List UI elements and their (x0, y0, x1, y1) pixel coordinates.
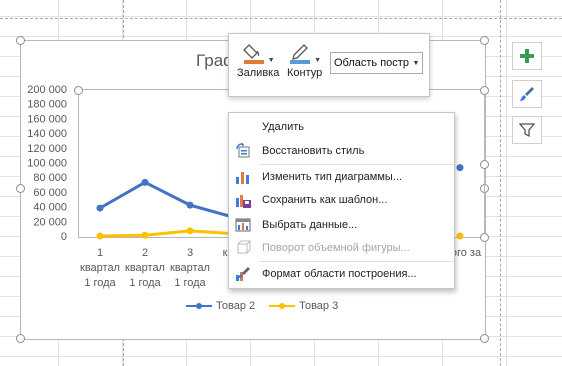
data-point[interactable] (186, 201, 194, 209)
menu-item-label: Выбрать данные... (262, 219, 358, 231)
context-menu: Удалить Восстановить стиль Изменить тип … (228, 112, 455, 289)
outline-label: Контур (287, 67, 323, 79)
y-tick-label: 0 (61, 231, 67, 243)
data-point[interactable] (141, 231, 149, 239)
data-point[interactable] (186, 227, 194, 235)
brush-icon (520, 87, 534, 101)
chart-type-icon (236, 172, 249, 184)
legend-label: Товар 3 (299, 300, 339, 312)
plot-resize-handle[interactable] (480, 86, 489, 95)
data-point[interactable] (96, 204, 104, 212)
y-tick-label: 140 000 (27, 128, 67, 140)
menu-item-label: Удалить (262, 121, 304, 133)
legend-item[interactable]: Товар 2 (186, 300, 255, 312)
y-tick-label: 200 000 (27, 84, 67, 96)
y-tick-label: 160 000 (27, 113, 67, 125)
rotate-3d-icon (237, 240, 251, 254)
y-tick-label: 180 000 (27, 99, 67, 111)
menu-item-select-data[interactable]: Выбрать данные... (229, 214, 454, 236)
y-tick-label: 40 000 (33, 202, 67, 214)
legend-marker (269, 300, 296, 312)
chevron-down-icon[interactable]: ▼ (410, 60, 422, 67)
fill-label: Заливка (237, 67, 280, 79)
menu-item-reset-style[interactable]: Восстановить стиль (229, 140, 454, 162)
menu-item-label: Изменить тип диаграммы... (262, 171, 402, 183)
filter-icon (519, 123, 535, 138)
menu-item-label: Сохранить как шаблон... (262, 194, 388, 206)
menu-item-label: Поворот объемной фигуры... (262, 242, 410, 254)
chart-element-select[interactable]: Область постр ▼ (330, 52, 423, 74)
y-tick-label: 120 000 (27, 143, 67, 155)
menu-item-label: Восстановить стиль (262, 145, 365, 157)
data-point[interactable] (96, 232, 104, 240)
menu-item-3d-rotation: Поворот объемной фигуры... (229, 237, 454, 259)
chevron-down-icon: ▼ (314, 57, 322, 64)
y-tick-label: 20 000 (33, 216, 67, 228)
x-tick-label: ого за (451, 247, 482, 259)
paint-bucket-icon (242, 44, 264, 64)
chart-legend[interactable]: Товар 2 Товар 3 (186, 300, 338, 312)
menu-item-delete[interactable]: Удалить (229, 116, 454, 138)
plot-resize-handle[interactable] (480, 160, 489, 169)
y-tick-label: 80 000 (33, 172, 67, 184)
chevron-down-icon: ▼ (267, 57, 275, 64)
data-point[interactable] (456, 164, 464, 172)
legend-item[interactable]: Товар 3 (269, 300, 338, 312)
menu-separator (259, 261, 454, 262)
format-mini-toolbar: ▼ Заливка ▼ Контур Область постр ▼ (228, 33, 430, 97)
legend-label: Товар 2 (216, 300, 256, 312)
x-tick-label: 2 квартал 1 года (125, 247, 165, 289)
pen-icon (290, 44, 311, 64)
menu-separator (259, 164, 454, 165)
chart-elements-button[interactable] (512, 42, 542, 70)
chart-filters-button[interactable] (512, 116, 542, 144)
chart-element-value: Область постр (334, 57, 409, 69)
plot-resize-handle[interactable] (74, 86, 83, 95)
menu-item-label: Формат области построения... (262, 268, 417, 280)
select-data-icon (235, 218, 251, 232)
menu-item-save-template[interactable]: Сохранить как шаблон... (229, 189, 454, 211)
save-template-icon (236, 195, 251, 208)
format-area-icon (236, 267, 250, 281)
legend-marker (186, 300, 212, 312)
fill-button[interactable]: ▼ Заливка (237, 40, 279, 79)
chart-styles-button[interactable] (512, 80, 542, 108)
menu-item-change-chart-type[interactable]: Изменить тип диаграммы... (229, 166, 454, 188)
x-tick-label: 1 квартал 1 года (80, 247, 120, 289)
plot-resize-handle[interactable] (480, 233, 489, 242)
data-point[interactable] (456, 232, 464, 240)
y-tick-label: 60 000 (33, 187, 67, 199)
menu-item-format-plot-area[interactable]: Формат области построения... (229, 263, 454, 285)
reset-style-icon (236, 143, 250, 158)
plus-icon (520, 49, 534, 63)
x-tick-label: 3 квартал 1 года (170, 247, 210, 289)
outline-button[interactable]: ▼ Контур (287, 40, 322, 79)
y-tick-label: 100 000 (27, 158, 67, 170)
data-point[interactable] (141, 178, 149, 186)
